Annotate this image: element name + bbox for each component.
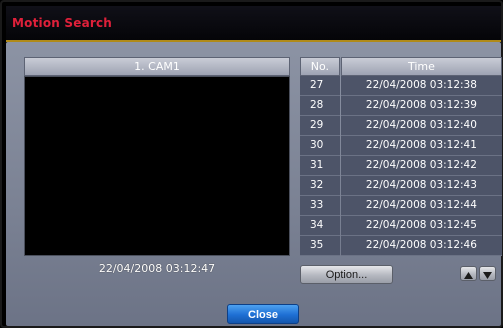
- row-no: 28: [300, 96, 340, 116]
- row-time: 22/04/2008 03:12:38: [340, 76, 502, 96]
- table-row[interactable]: 28 22/04/2008 03:12:39: [300, 96, 502, 116]
- video-preview: [24, 76, 290, 256]
- close-button[interactable]: Close: [227, 304, 299, 324]
- table-row[interactable]: 29 22/04/2008 03:12:40: [300, 116, 502, 136]
- row-time: 22/04/2008 03:12:41: [340, 136, 502, 156]
- row-no: 27: [300, 76, 340, 96]
- column-header-time: Time: [340, 57, 502, 76]
- table-row[interactable]: 32 22/04/2008 03:12:43: [300, 176, 502, 196]
- row-time: 22/04/2008 03:12:45: [340, 216, 502, 236]
- row-no: 31: [300, 156, 340, 176]
- scroll-down-button[interactable]: [479, 266, 496, 281]
- camera-label: 1. CAM1: [24, 57, 290, 76]
- table-row[interactable]: 33 22/04/2008 03:12:44: [300, 196, 502, 216]
- option-button[interactable]: Option...: [300, 265, 393, 284]
- row-no: 35: [300, 236, 340, 256]
- window-title: Motion Search: [12, 16, 113, 30]
- row-no: 29: [300, 116, 340, 136]
- row-time: 22/04/2008 03:12:40: [340, 116, 502, 136]
- table-header: No. Time: [300, 57, 502, 76]
- row-time: 22/04/2008 03:12:39: [340, 96, 502, 116]
- row-time: 22/04/2008 03:12:44: [340, 196, 502, 216]
- event-table: No. Time 27 22/04/2008 03:12:38 28 22/04…: [300, 57, 502, 256]
- video-timestamp: 22/04/2008 03:12:47: [98, 262, 216, 275]
- row-time: 22/04/2008 03:12:43: [340, 176, 502, 196]
- triangle-down-icon: [483, 271, 492, 279]
- table-row[interactable]: 27 22/04/2008 03:12:38: [300, 76, 502, 96]
- column-header-no: No.: [300, 57, 340, 76]
- row-no: 30: [300, 136, 340, 156]
- table-row[interactable]: 30 22/04/2008 03:12:41: [300, 136, 502, 156]
- motion-search-window: Motion Search 1. CAM1 22/04/2008 03:12:4…: [0, 0, 503, 328]
- triangle-up-icon: [464, 271, 473, 279]
- title-bar: Motion Search: [6, 6, 501, 42]
- table-row[interactable]: 31 22/04/2008 03:12:42: [300, 156, 502, 176]
- row-time: 22/04/2008 03:12:42: [340, 156, 502, 176]
- table-row[interactable]: 34 22/04/2008 03:12:45: [300, 216, 502, 236]
- row-time: 22/04/2008 03:12:46: [340, 236, 502, 256]
- row-no: 34: [300, 216, 340, 236]
- scroll-up-button[interactable]: [460, 266, 477, 281]
- row-no: 32: [300, 176, 340, 196]
- table-row[interactable]: 35 22/04/2008 03:12:46: [300, 236, 502, 256]
- row-no: 33: [300, 196, 340, 216]
